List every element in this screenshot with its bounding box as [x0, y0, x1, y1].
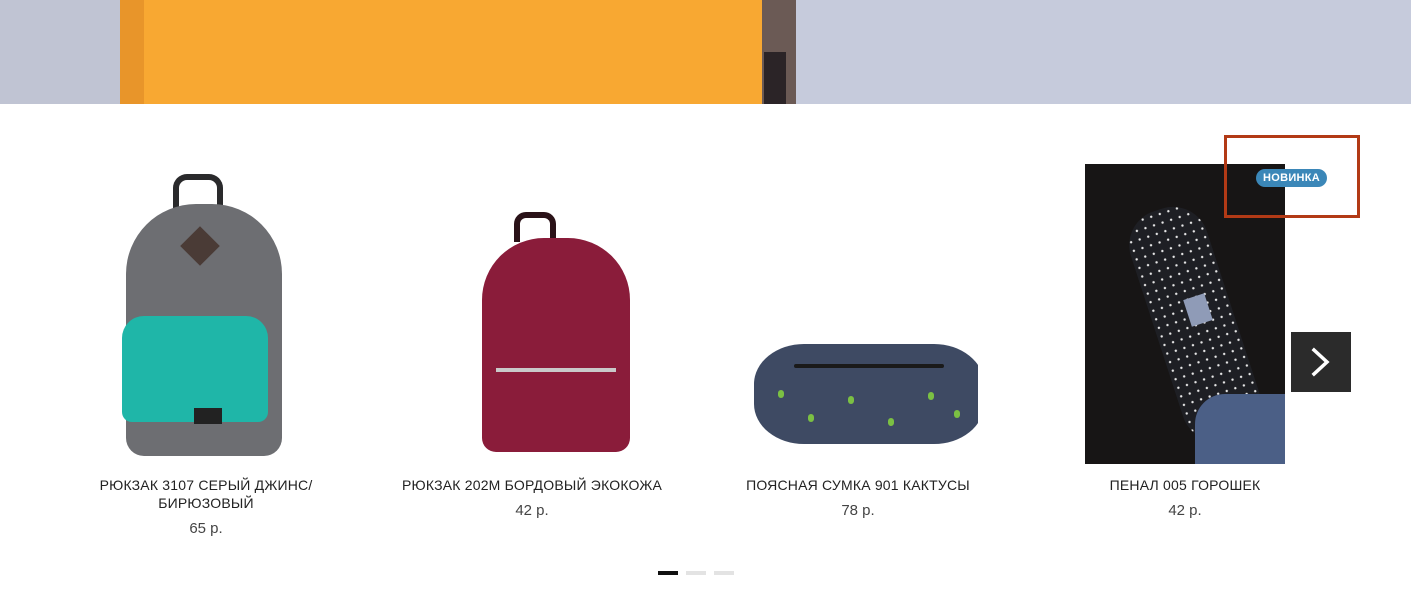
pagination-dot-2[interactable] [686, 571, 706, 575]
hero-banner [0, 0, 1411, 104]
product-price: 78 р. [841, 502, 875, 519]
carousel-pagination [658, 571, 734, 575]
product-card[interactable]: ПОЯСНАЯ СУМКА 901 КАКТУСЫ 78 р. [718, 164, 998, 519]
chevron-right-icon [1311, 347, 1330, 377]
product-card[interactable]: РЮКЗАК 202М БОРДОВЫЙ ЭКОКОЖА 42 р. [392, 164, 672, 519]
pagination-dot-1[interactable] [658, 571, 678, 575]
product-image[interactable] [412, 164, 652, 464]
product-card[interactable]: РЮКЗАК 3107 СЕРЫЙ ДЖИНС/ БИРЮЗОВЫЙ 65 р. [66, 164, 346, 537]
product-title[interactable]: РЮКЗАК 3107 СЕРЫЙ ДЖИНС/ БИРЮЗОВЫЙ [66, 476, 346, 512]
product-image[interactable] [86, 164, 326, 464]
product-title[interactable]: ПЕНАЛ 005 ГОРОШЕК [1045, 476, 1325, 494]
product-carousel: РЮКЗАК 3107 СЕРЫЙ ДЖИНС/ БИРЮЗОВЫЙ 65 р.… [0, 104, 1414, 598]
product-price: 42 р. [515, 502, 549, 519]
product-title[interactable]: РЮКЗАК 202М БОРДОВЫЙ ЭКОКОЖА [392, 476, 672, 494]
product-price: 42 р. [1168, 502, 1202, 519]
next-slide-button[interactable] [1291, 332, 1351, 392]
product-image[interactable] [738, 164, 978, 464]
pagination-dot-3[interactable] [714, 571, 734, 575]
product-price: 65 р. [189, 520, 223, 537]
highlight-box [1224, 135, 1360, 218]
product-title[interactable]: ПОЯСНАЯ СУМКА 901 КАКТУСЫ [718, 476, 998, 494]
